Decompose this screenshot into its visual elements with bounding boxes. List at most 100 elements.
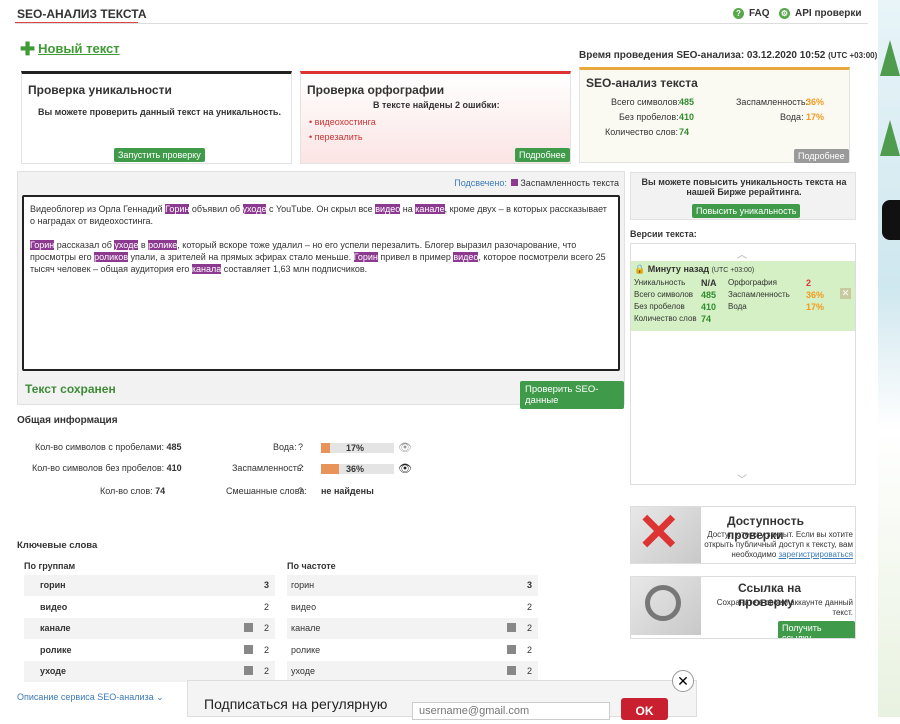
versions-list: ︿ 🔒 Минуту назад (UTC +03:00) Уникальнос…: [630, 243, 856, 486]
email-input[interactable]: [412, 702, 610, 720]
get-link-button[interactable]: Получить ссылку: [778, 621, 855, 638]
v-value: 410: [701, 302, 717, 312]
v-label: Уникальность: [634, 278, 686, 287]
keyword-row[interactable]: канале 2: [24, 618, 275, 639]
keyword-row[interactable]: канале 2: [287, 618, 538, 639]
seo-water: 17%: [806, 112, 825, 122]
keyword-count: 2: [526, 644, 532, 655]
text-editor[interactable]: Видеоблогер из Орла Геннадий Горин объяв…: [22, 195, 620, 371]
penguin-image: [882, 200, 900, 240]
v-value: 485: [701, 290, 717, 300]
editor-area: Подсвечено: Заспамленность текста Видеоб…: [17, 171, 625, 409]
tree-image: [880, 120, 900, 156]
spelling-error[interactable]: • перезалить: [309, 132, 363, 142]
keyword: видео: [291, 601, 317, 612]
seo-title: SEO-анализ текста: [586, 76, 698, 90]
legend-swatch: [511, 179, 519, 186]
copy-icon[interactable]: [507, 666, 516, 675]
help-icon[interactable]: ?: [298, 463, 303, 473]
highlighted-word: канала: [191, 264, 222, 274]
api-link[interactable]: ⚙ API проверки: [779, 8, 862, 19]
keyword-count: 2: [263, 623, 269, 633]
service-link-label: Описание сервиса SEO-анализа: [17, 692, 154, 702]
highlighted-word: видео: [453, 252, 479, 262]
highlighted-label[interactable]: Подсвечено:: [454, 178, 507, 188]
water-value: 17%: [346, 443, 365, 453]
eye-icon[interactable]: 👁: [398, 462, 412, 475]
keyword-row[interactable]: ролике 2: [287, 639, 538, 661]
spam-bar-fill: [321, 464, 340, 474]
text-span: составляет 1,63 млн подписчиков.: [221, 264, 368, 274]
copy-icon[interactable]: [244, 623, 253, 632]
text-span: Видеоблогер из Орла Геннадий: [30, 204, 166, 214]
mixed-label: Смешанные слова:: [226, 486, 307, 496]
seo-spam: 36%: [806, 97, 825, 107]
version-time: 🔒 Минуту назад (UTC +03:00): [634, 264, 755, 274]
keyword-row[interactable]: видео 2: [287, 596, 538, 618]
keyword-row[interactable]: видео 2: [24, 596, 275, 618]
info-label: Кол-во символов без пробелов:: [32, 463, 165, 473]
side-decoration: [878, 0, 900, 717]
seo-water-label: Вода:: [780, 112, 804, 122]
improve-box: Вы можете повысить уникальность текста н…: [630, 172, 856, 220]
check-seo-button[interactable]: Проверить SEO-данные: [520, 381, 624, 409]
plus-icon: ✚: [20, 38, 36, 59]
share-text: Сохраните в своем аккаунте данный текст.: [716, 598, 853, 617]
keyword-row[interactable]: ролике 2: [24, 639, 275, 661]
v-value: 2: [806, 278, 812, 288]
copy-icon[interactable]: [244, 644, 253, 654]
copy-icon[interactable]: [507, 644, 516, 654]
v-label: Без пробелов: [634, 302, 685, 311]
seo-spam-label: Заспамленность:: [736, 97, 809, 107]
keyword-count: 2: [526, 601, 532, 612]
keywords-title: Ключевые слова: [17, 540, 98, 551]
keyword: горин: [291, 580, 315, 590]
text-span: упали, а зрителей на прямых эфирах стало…: [128, 252, 354, 262]
seo-words-label: Количество слов:: [605, 127, 678, 137]
header-divider: [15, 23, 868, 24]
copy-icon[interactable]: [507, 623, 516, 632]
copy-icon[interactable]: [244, 666, 253, 675]
chevron-up-icon[interactable]: ︿: [737, 246, 747, 261]
tree-image: [880, 40, 900, 76]
start-check-button[interactable]: Запустить проверку: [114, 148, 205, 162]
api-label: API проверки: [795, 8, 862, 19]
new-text-link[interactable]: ✚ Новый текст: [20, 38, 120, 59]
faq-link[interactable]: ? FAQ: [733, 8, 770, 19]
seo-total: 485: [679, 97, 695, 107]
legend-label: Заспамленность текста: [520, 178, 619, 188]
saved-status: Текст сохранен: [25, 382, 116, 396]
keyword: уходе: [40, 666, 66, 676]
service-description-link[interactable]: Описание сервиса SEO-анализа ⌄: [17, 692, 164, 703]
seo-details-button[interactable]: Подробнее: [794, 149, 849, 163]
keyword-row[interactable]: уходе 2: [287, 661, 538, 682]
delete-version-icon[interactable]: ✕: [840, 288, 851, 299]
v-value: 74: [701, 314, 712, 324]
spelling-panel: Проверка орфографии В тексте найдены 2 о…: [300, 71, 571, 164]
v-value: N/A: [701, 278, 717, 288]
spelling-error[interactable]: • видеохостинга: [309, 117, 376, 127]
link-image: [631, 577, 701, 635]
help-icon[interactable]: ?: [298, 486, 303, 496]
keyword: ролике: [40, 644, 72, 655]
keyword-row[interactable]: горин 3: [287, 575, 538, 596]
eye-icon[interactable]: 👁: [398, 441, 412, 454]
version-item[interactable]: 🔒 Минуту назад (UTC +03:00) Уникальность…: [631, 261, 855, 331]
text-span: объявил об: [189, 204, 243, 214]
info-value: 410: [166, 463, 182, 473]
keyword-row[interactable]: уходе 2: [24, 661, 275, 682]
register-link[interactable]: зарегистрироваться: [779, 550, 853, 559]
v-label: Количество слов: [634, 314, 697, 323]
access-text: Доступ к тексту закрыт. Если вы хотите о…: [703, 530, 853, 560]
v-value: 17%: [806, 302, 825, 312]
chevron-down-icon[interactable]: ﹀: [737, 471, 747, 486]
info-row: Кол-во слов: 74: [100, 486, 165, 496]
popup-close-button[interactable]: ✕: [672, 670, 694, 692]
help-icon[interactable]: ?: [298, 442, 303, 452]
highlighted-word: ролике: [148, 240, 178, 250]
keyword-row[interactable]: горин 3: [24, 575, 275, 596]
spelling-details-button[interactable]: Подробнее: [515, 148, 570, 162]
spam-label: Заспамленность:: [232, 463, 305, 473]
analysis-time: Время проведения SEO-анализа: 03.12.2020…: [579, 50, 877, 61]
improve-button[interactable]: Повысить уникальность: [692, 204, 801, 218]
